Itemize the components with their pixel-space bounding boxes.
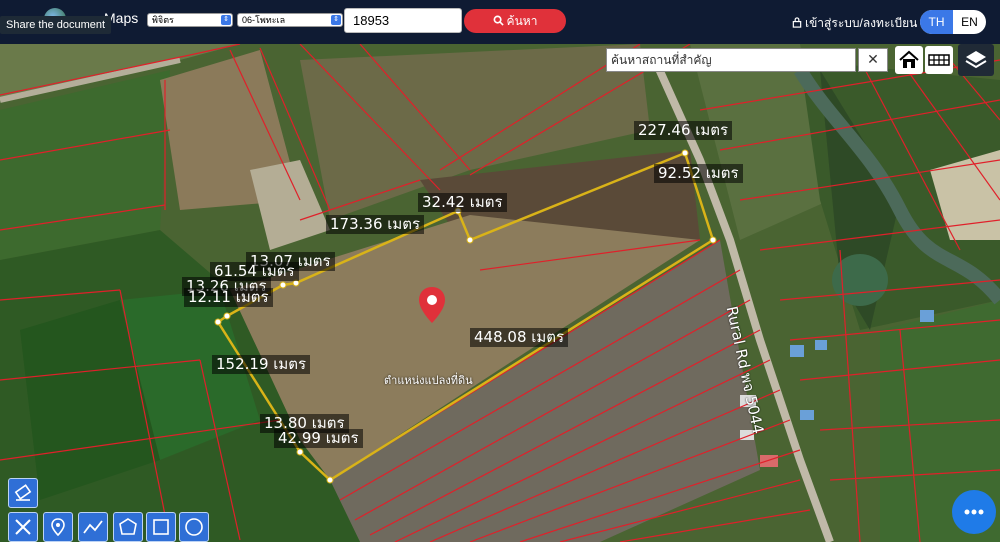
district-value: 06-โพทะเล bbox=[242, 15, 286, 25]
login-label: เข้าสู่ระบบ/ลงทะเบียน bbox=[805, 16, 918, 30]
more-button[interactable] bbox=[952, 490, 996, 534]
rectangle-icon bbox=[153, 519, 169, 535]
ruler-icon bbox=[15, 519, 31, 535]
login-link[interactable]: เข้าสู่ระบบ/ลงทะเบียน bbox=[792, 14, 917, 33]
measure-label: 92.52 เมตร bbox=[654, 164, 743, 183]
layers-button[interactable] bbox=[958, 44, 994, 76]
lock-icon bbox=[792, 17, 802, 28]
measure-label: 42.99 เมตร bbox=[274, 429, 363, 448]
map-canvas[interactable]: Rural Rd พจ 5044 ตำแหน่งแปลงที่ดิน 227.4… bbox=[0, 44, 1000, 542]
pin-icon bbox=[51, 518, 65, 537]
circle-button[interactable] bbox=[179, 512, 209, 542]
measure-label: 227.46 เมตร bbox=[634, 121, 733, 140]
layers-icon bbox=[965, 51, 987, 69]
measure-label: 173.36 เมตร bbox=[326, 215, 425, 234]
measure-label: 12.11 เมตร bbox=[184, 288, 273, 307]
parcel-number-input[interactable]: 18953 bbox=[344, 8, 462, 33]
search-button-label: ค้นหา bbox=[506, 14, 538, 28]
home-icon bbox=[899, 50, 919, 68]
pin-button[interactable] bbox=[43, 512, 73, 542]
lang-th-button[interactable]: TH bbox=[920, 10, 953, 34]
province-value: พิจิตร bbox=[152, 15, 174, 25]
map-pin-icon[interactable] bbox=[418, 286, 446, 324]
search-icon bbox=[493, 15, 504, 26]
close-icon[interactable]: ✕ bbox=[858, 48, 888, 72]
chevron-down-icon: ⇕ bbox=[221, 15, 231, 25]
app: Maps Share the document พิจิตร ⇕ 06-โพทะ… bbox=[0, 0, 1000, 542]
polygon-button[interactable] bbox=[113, 512, 143, 542]
lang-en-button[interactable]: EN bbox=[953, 10, 986, 34]
eraser-button[interactable] bbox=[8, 478, 38, 508]
parcel-center-label: ตำแหน่งแปลงที่ดิน bbox=[384, 374, 473, 387]
district-select[interactable]: 06-โพทะเล ⇕ bbox=[237, 13, 343, 27]
search-button[interactable]: ค้นหา bbox=[464, 9, 566, 33]
measure-label: 32.42 เมตร bbox=[418, 193, 507, 212]
circle-icon bbox=[185, 518, 203, 536]
province-select[interactable]: พิจิตร ⇕ bbox=[147, 13, 233, 27]
share-tooltip: Share the document bbox=[0, 16, 112, 34]
chevron-down-icon: ⇕ bbox=[331, 15, 341, 25]
measure-label: 448.08 เมตร bbox=[470, 328, 569, 347]
ruler-button[interactable] bbox=[8, 512, 38, 542]
rectangle-button[interactable] bbox=[146, 512, 176, 542]
home-button[interactable] bbox=[895, 46, 923, 74]
line-icon bbox=[83, 520, 103, 534]
place-search-input[interactable]: ค้นหาสถานที่สำคัญ bbox=[606, 48, 856, 72]
satellite-map bbox=[0, 44, 1000, 542]
language-switch: TH EN bbox=[920, 10, 986, 34]
top-bar: Maps Share the document พิจิตร ⇕ 06-โพทะ… bbox=[0, 0, 1000, 44]
eraser-icon bbox=[14, 484, 32, 501]
grid-icon bbox=[928, 54, 950, 66]
grid-button[interactable] bbox=[925, 46, 953, 74]
measure-label: 152.19 เมตร bbox=[212, 355, 311, 374]
polygon-icon bbox=[119, 518, 137, 535]
more-icon bbox=[964, 509, 984, 515]
line-button[interactable] bbox=[78, 512, 108, 542]
